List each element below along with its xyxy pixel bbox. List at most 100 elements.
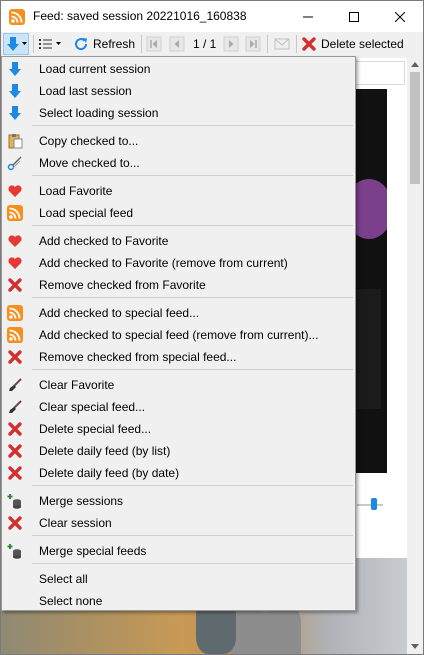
list-menu-button[interactable]: [38, 33, 64, 55]
toolbar: Refresh 1 / 1 Delete selected: [1, 32, 423, 57]
menu-item[interactable]: Add checked to Favorite (remove from cur…: [3, 252, 354, 274]
rss-feed-icon: [9, 9, 25, 25]
prev-page-button[interactable]: [169, 33, 185, 55]
menu-item-label: Delete daily feed (by list): [39, 444, 171, 458]
menu-item-label: Select all: [39, 572, 88, 586]
menu-item-label: Clear special feed...: [39, 400, 146, 414]
menu-item[interactable]: Move checked to...: [3, 152, 354, 174]
menu-separator: [32, 125, 353, 126]
vertical-scrollbar[interactable]: [407, 58, 423, 654]
menu-item[interactable]: Add checked to Favorite: [3, 230, 354, 252]
menu-item-label: Load last session: [39, 84, 132, 98]
minimize-icon: [303, 12, 313, 22]
scroll-up-icon[interactable]: [411, 62, 419, 67]
refresh-label: Refresh: [93, 37, 136, 51]
menu-item-label: Load special feed: [39, 206, 134, 220]
delete-x-icon: [301, 36, 317, 52]
mail-button[interactable]: [274, 33, 290, 55]
delete-selected-label: Delete selected: [321, 37, 404, 51]
red-x-icon: [7, 465, 23, 481]
menu-item[interactable]: Clear special feed...: [3, 396, 354, 418]
maximize-button[interactable]: [331, 1, 377, 32]
first-page-icon: [146, 36, 162, 52]
menu-item[interactable]: Add checked to special feed (remove from…: [3, 324, 354, 346]
scrollbar-thumb[interactable]: [410, 72, 420, 184]
menu-item-label: Select none: [39, 594, 103, 608]
menu-separator: [32, 175, 353, 176]
menu-item[interactable]: Select none: [3, 590, 354, 612]
menu-item-label: Load Favorite: [39, 184, 113, 198]
rss-feed-icon: [7, 205, 23, 221]
menu-item-label: Clear Favorite: [39, 378, 115, 392]
close-button[interactable]: [377, 1, 423, 32]
maximize-icon: [349, 11, 359, 22]
menu-item-label: Remove checked from special feed...: [39, 350, 237, 364]
toolbar-separator: [141, 35, 142, 53]
list-icon: [38, 37, 54, 51]
red-x-icon: [7, 349, 23, 365]
menu-separator: [32, 535, 353, 536]
menu-item[interactable]: Load Favorite: [3, 180, 354, 202]
session-menu-button[interactable]: [3, 33, 29, 55]
menu-separator: [32, 485, 353, 486]
red-x-icon: [7, 421, 23, 437]
menu-item[interactable]: Select loading session: [3, 102, 354, 124]
menu-item-label: Add checked to special feed...: [39, 306, 200, 320]
chevron-down-icon: [22, 42, 27, 46]
menu-item-label: Delete special feed...: [39, 422, 152, 436]
heart-icon: [7, 233, 23, 249]
last-page-icon: [245, 36, 261, 52]
session-dropdown-menu: Load current session Load last session Sel…: [1, 56, 356, 611]
menu-item[interactable]: Load last session: [3, 80, 354, 102]
menu-item[interactable]: Clear Favorite: [3, 374, 354, 396]
menu-item[interactable]: Clear session: [3, 512, 354, 534]
menu-item[interactable]: Add checked to special feed...: [3, 302, 354, 324]
brush-icon: [7, 399, 23, 415]
menu-item-label: Add checked to special feed (remove from…: [39, 328, 319, 342]
first-page-button[interactable]: [146, 33, 162, 55]
heart-icon: [7, 183, 23, 199]
menu-item[interactable]: Delete special feed...: [3, 418, 354, 440]
menu-item-label: Delete daily feed (by date): [39, 466, 180, 480]
menu-item[interactable]: Select all: [3, 568, 354, 590]
window-title: Feed: saved session 20221016_160838: [33, 9, 247, 23]
minimize-button[interactable]: [285, 1, 331, 32]
menu-item[interactable]: Remove checked from Favorite: [3, 274, 354, 296]
menu-item[interactable]: Delete daily feed (by list): [3, 440, 354, 462]
menu-item[interactable]: Remove checked from special feed...: [3, 346, 354, 368]
rss-feed-icon: [7, 327, 23, 343]
menu-item-label: Add checked to Favorite: [39, 234, 169, 248]
next-page-icon: [223, 36, 239, 52]
volume-slider-handle[interactable]: [371, 498, 377, 510]
refresh-icon: [73, 36, 89, 52]
chevron-down-icon: [56, 42, 61, 46]
next-page-button[interactable]: [223, 33, 239, 55]
red-x-icon: [7, 515, 23, 531]
menu-separator: [32, 297, 353, 298]
menu-item-label: Clear session: [39, 516, 112, 530]
menu-item-label: Merge special feeds: [39, 544, 147, 558]
delete-selected-button[interactable]: Delete selected: [301, 33, 404, 55]
menu-separator: [32, 369, 353, 370]
menu-item-label: Copy checked to...: [39, 134, 139, 148]
merge-db-icon: [7, 543, 23, 559]
scroll-down-icon[interactable]: [411, 644, 419, 649]
menu-item[interactable]: Merge sessions: [3, 490, 354, 512]
menu-item[interactable]: Copy checked to...: [3, 130, 354, 152]
menu-item-label: Merge sessions: [39, 494, 124, 508]
menu-item[interactable]: Load current session: [3, 58, 354, 80]
prev-page-icon: [169, 36, 185, 52]
menu-item[interactable]: Delete daily feed (by date): [3, 462, 354, 484]
download-arrow-icon: [7, 61, 23, 77]
menu-item[interactable]: Load special feed: [3, 202, 354, 224]
page-indicator: 1 / 1: [193, 37, 217, 51]
menu-item-label: Move checked to...: [39, 156, 140, 170]
menu-separator: [32, 563, 353, 564]
brush-icon: [7, 377, 23, 393]
menu-item-label: Remove checked from Favorite: [39, 278, 206, 292]
last-page-button[interactable]: [245, 33, 261, 55]
refresh-button[interactable]: Refresh: [73, 33, 135, 55]
menu-item[interactable]: Merge special feeds: [3, 540, 354, 562]
title-bar: Feed: saved session 20221016_160838: [1, 1, 423, 32]
heart-icon: [7, 255, 23, 271]
